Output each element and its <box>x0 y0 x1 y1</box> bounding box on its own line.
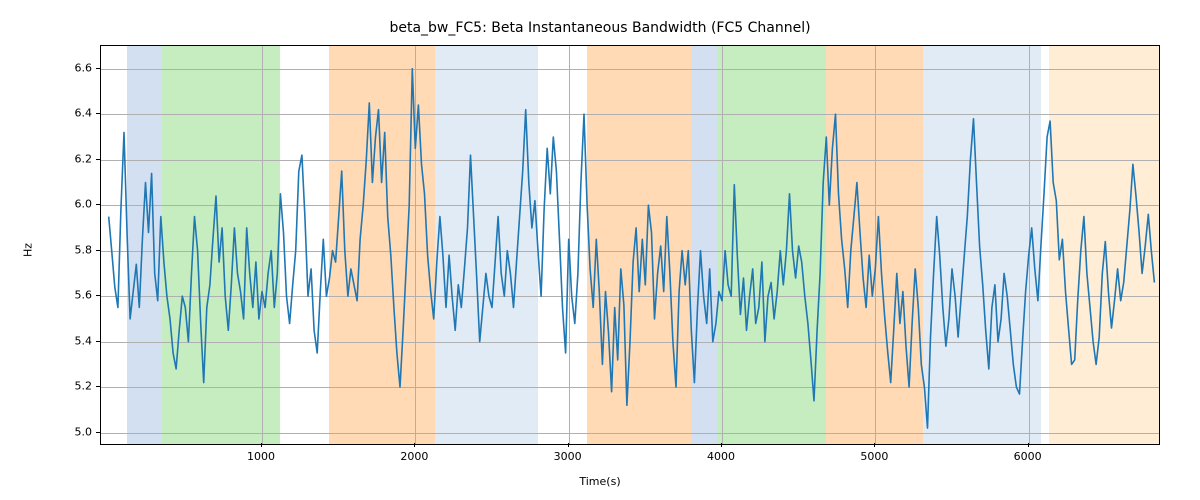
plot-area <box>100 45 1160 445</box>
y-tick-label: 6.4 <box>42 107 92 120</box>
x-tick-mark <box>414 443 415 447</box>
y-tick-mark <box>96 432 100 433</box>
chart-container: beta_bw_FC5: Beta Instantaneous Bandwidt… <box>0 0 1200 500</box>
x-tick-label: 2000 <box>400 450 428 463</box>
y-tick-mark <box>96 295 100 296</box>
x-tick-mark <box>261 443 262 447</box>
y-tick-label: 5.0 <box>42 425 92 438</box>
y-tick-label: 6.0 <box>42 198 92 211</box>
x-tick-mark <box>874 443 875 447</box>
series-line <box>109 69 1155 428</box>
y-axis-label: Hz <box>22 243 35 257</box>
x-tick-mark <box>568 443 569 447</box>
y-tick-label: 5.4 <box>42 334 92 347</box>
x-tick-label: 4000 <box>707 450 735 463</box>
x-tick-label: 5000 <box>860 450 888 463</box>
x-tick-mark <box>721 443 722 447</box>
x-tick-label: 1000 <box>247 450 275 463</box>
y-tick-mark <box>96 341 100 342</box>
y-tick-label: 5.8 <box>42 243 92 256</box>
y-tick-label: 5.6 <box>42 289 92 302</box>
y-tick-mark <box>96 250 100 251</box>
y-tick-mark <box>96 204 100 205</box>
x-axis-label: Time(s) <box>0 475 1200 488</box>
x-tick-mark <box>1028 443 1029 447</box>
y-tick-mark <box>96 159 100 160</box>
chart-title: beta_bw_FC5: Beta Instantaneous Bandwidt… <box>0 20 1200 36</box>
x-tick-label: 6000 <box>1014 450 1042 463</box>
x-tick-label: 3000 <box>554 450 582 463</box>
y-tick-mark <box>96 68 100 69</box>
y-tick-label: 6.6 <box>42 61 92 74</box>
y-tick-label: 6.2 <box>42 152 92 165</box>
y-tick-mark <box>96 113 100 114</box>
line-series <box>101 46 1159 444</box>
y-tick-mark <box>96 386 100 387</box>
y-tick-label: 5.2 <box>42 380 92 393</box>
